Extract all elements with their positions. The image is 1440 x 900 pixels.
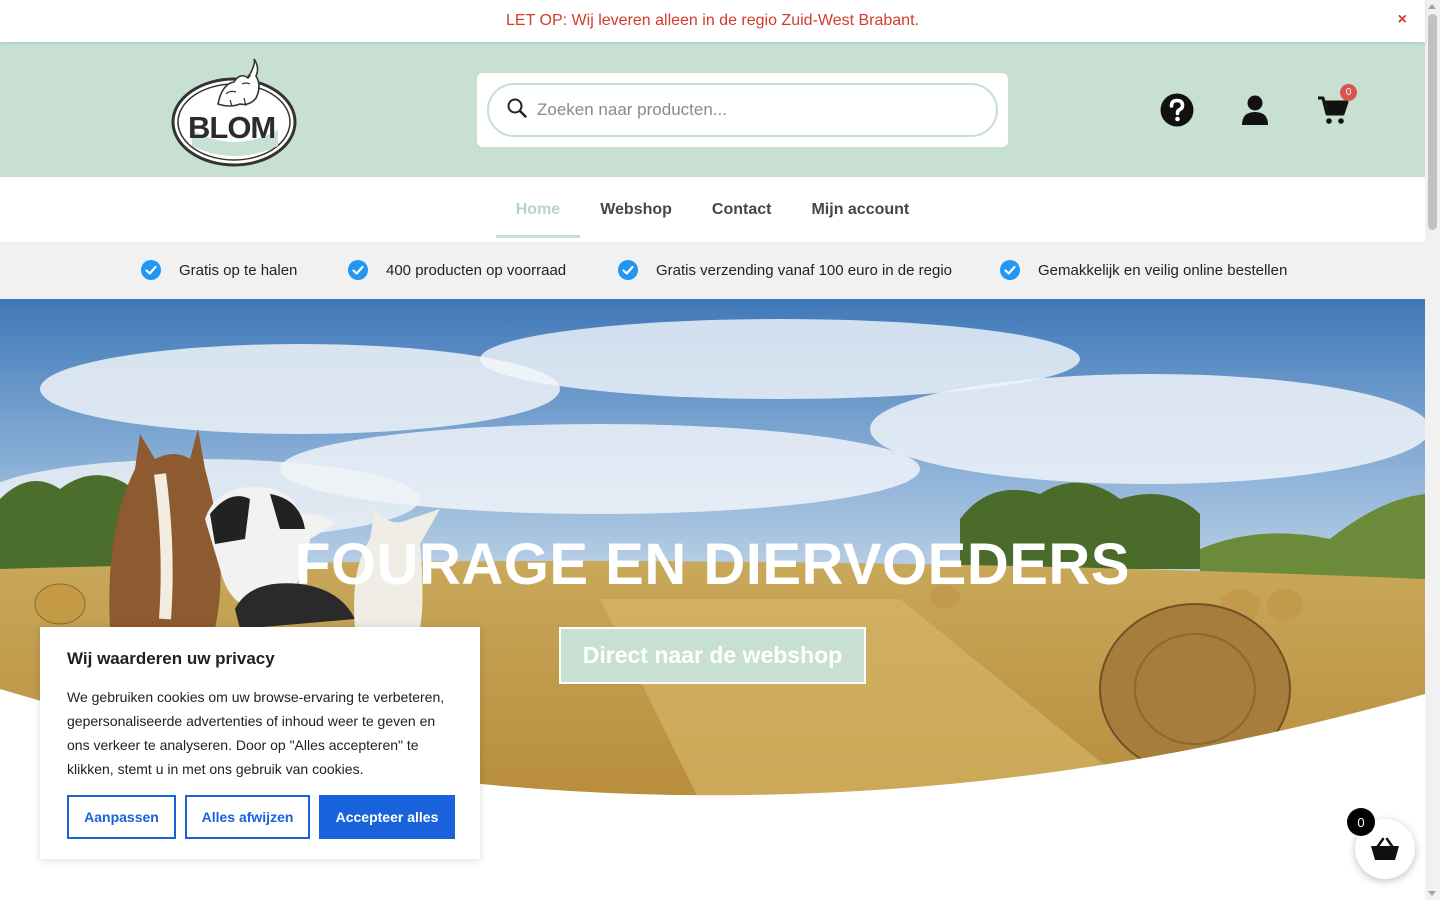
webshop-cta-button[interactable]: Direct naar de webshop: [559, 627, 866, 684]
basket-icon: [1371, 837, 1399, 860]
main-nav: Home Webshop Contact Mijn account: [0, 177, 1425, 242]
notice-close-button[interactable]: ×: [1398, 11, 1407, 29]
floating-cart-count-badge: 0: [1347, 808, 1375, 836]
usp-label: 400 producten op voorraad: [386, 261, 567, 279]
usp-label: Gemakkelijk en veilig online bestellen: [1038, 261, 1288, 279]
nav-item-contact[interactable]: Contact: [692, 182, 792, 238]
page-scrollbar[interactable]: [1425, 0, 1440, 900]
usp-item: Gratis op te halen: [141, 260, 297, 280]
usp-bar: Gratis op te halen 400 producten op voor…: [0, 242, 1425, 299]
search-container: [477, 73, 1008, 147]
cart-icon[interactable]: 0: [1315, 84, 1357, 128]
check-circle-icon: [1000, 260, 1020, 280]
check-circle-icon: [618, 260, 638, 280]
nav-item-home[interactable]: Home: [495, 182, 581, 238]
usp-item: Gemakkelijk en veilig online bestellen: [1000, 260, 1287, 280]
usp-item: 400 producten op voorraad: [348, 260, 566, 280]
floating-cart-button[interactable]: 0: [1347, 808, 1415, 879]
account-icon[interactable]: [1237, 92, 1273, 128]
cookie-description: We gebruiken cookies om uw browse-ervari…: [67, 689, 445, 777]
check-circle-icon: [141, 260, 161, 280]
check-circle-icon: [348, 260, 368, 280]
hero-title: FOURAGE EN DIERVOEDERS: [295, 532, 1130, 597]
usp-label: Gratis verzending vanaf 100 euro in de r…: [656, 261, 953, 279]
nav-item-mijn-account[interactable]: Mijn account: [791, 182, 929, 238]
scroll-down-arrow-icon[interactable]: [1428, 891, 1436, 896]
search-icon[interactable]: [507, 98, 527, 123]
cookie-reject-button[interactable]: Alles afwijzen: [185, 795, 310, 839]
help-icon[interactable]: [1159, 92, 1195, 128]
logo-text: BLOM: [188, 110, 276, 145]
usp-item: Gratis verzending vanaf 100 euro in de r…: [618, 260, 952, 280]
site-logo[interactable]: BLOM: [170, 54, 300, 169]
cookie-customize-button[interactable]: Aanpassen: [67, 795, 176, 839]
cookie-buttons: Aanpassen Alles afwijzen Accepteer alles: [67, 795, 455, 839]
nav-item-webshop[interactable]: Webshop: [580, 182, 692, 238]
cookie-title: Wij waarderen uw privacy: [67, 649, 275, 668]
scroll-up-arrow-icon[interactable]: [1428, 4, 1436, 9]
notice-bar: LET OP: Wij leveren alleen in de regio Z…: [0, 0, 1425, 42]
usp-label: Gratis op te halen: [179, 261, 298, 279]
search-input[interactable]: [537, 100, 957, 120]
notice-text: LET OP: Wij leveren alleen in de regio Z…: [506, 12, 919, 29]
cookie-consent-banner: Wij waarderen uw privacy We gebruiken co…: [40, 627, 480, 859]
cart-count-badge: 0: [1340, 84, 1357, 101]
site-header: BLOM 0: [0, 42, 1425, 177]
scroll-thumb[interactable]: [1428, 14, 1437, 230]
cookie-accept-button[interactable]: Accepteer alles: [319, 795, 455, 839]
search-box: [487, 83, 998, 137]
